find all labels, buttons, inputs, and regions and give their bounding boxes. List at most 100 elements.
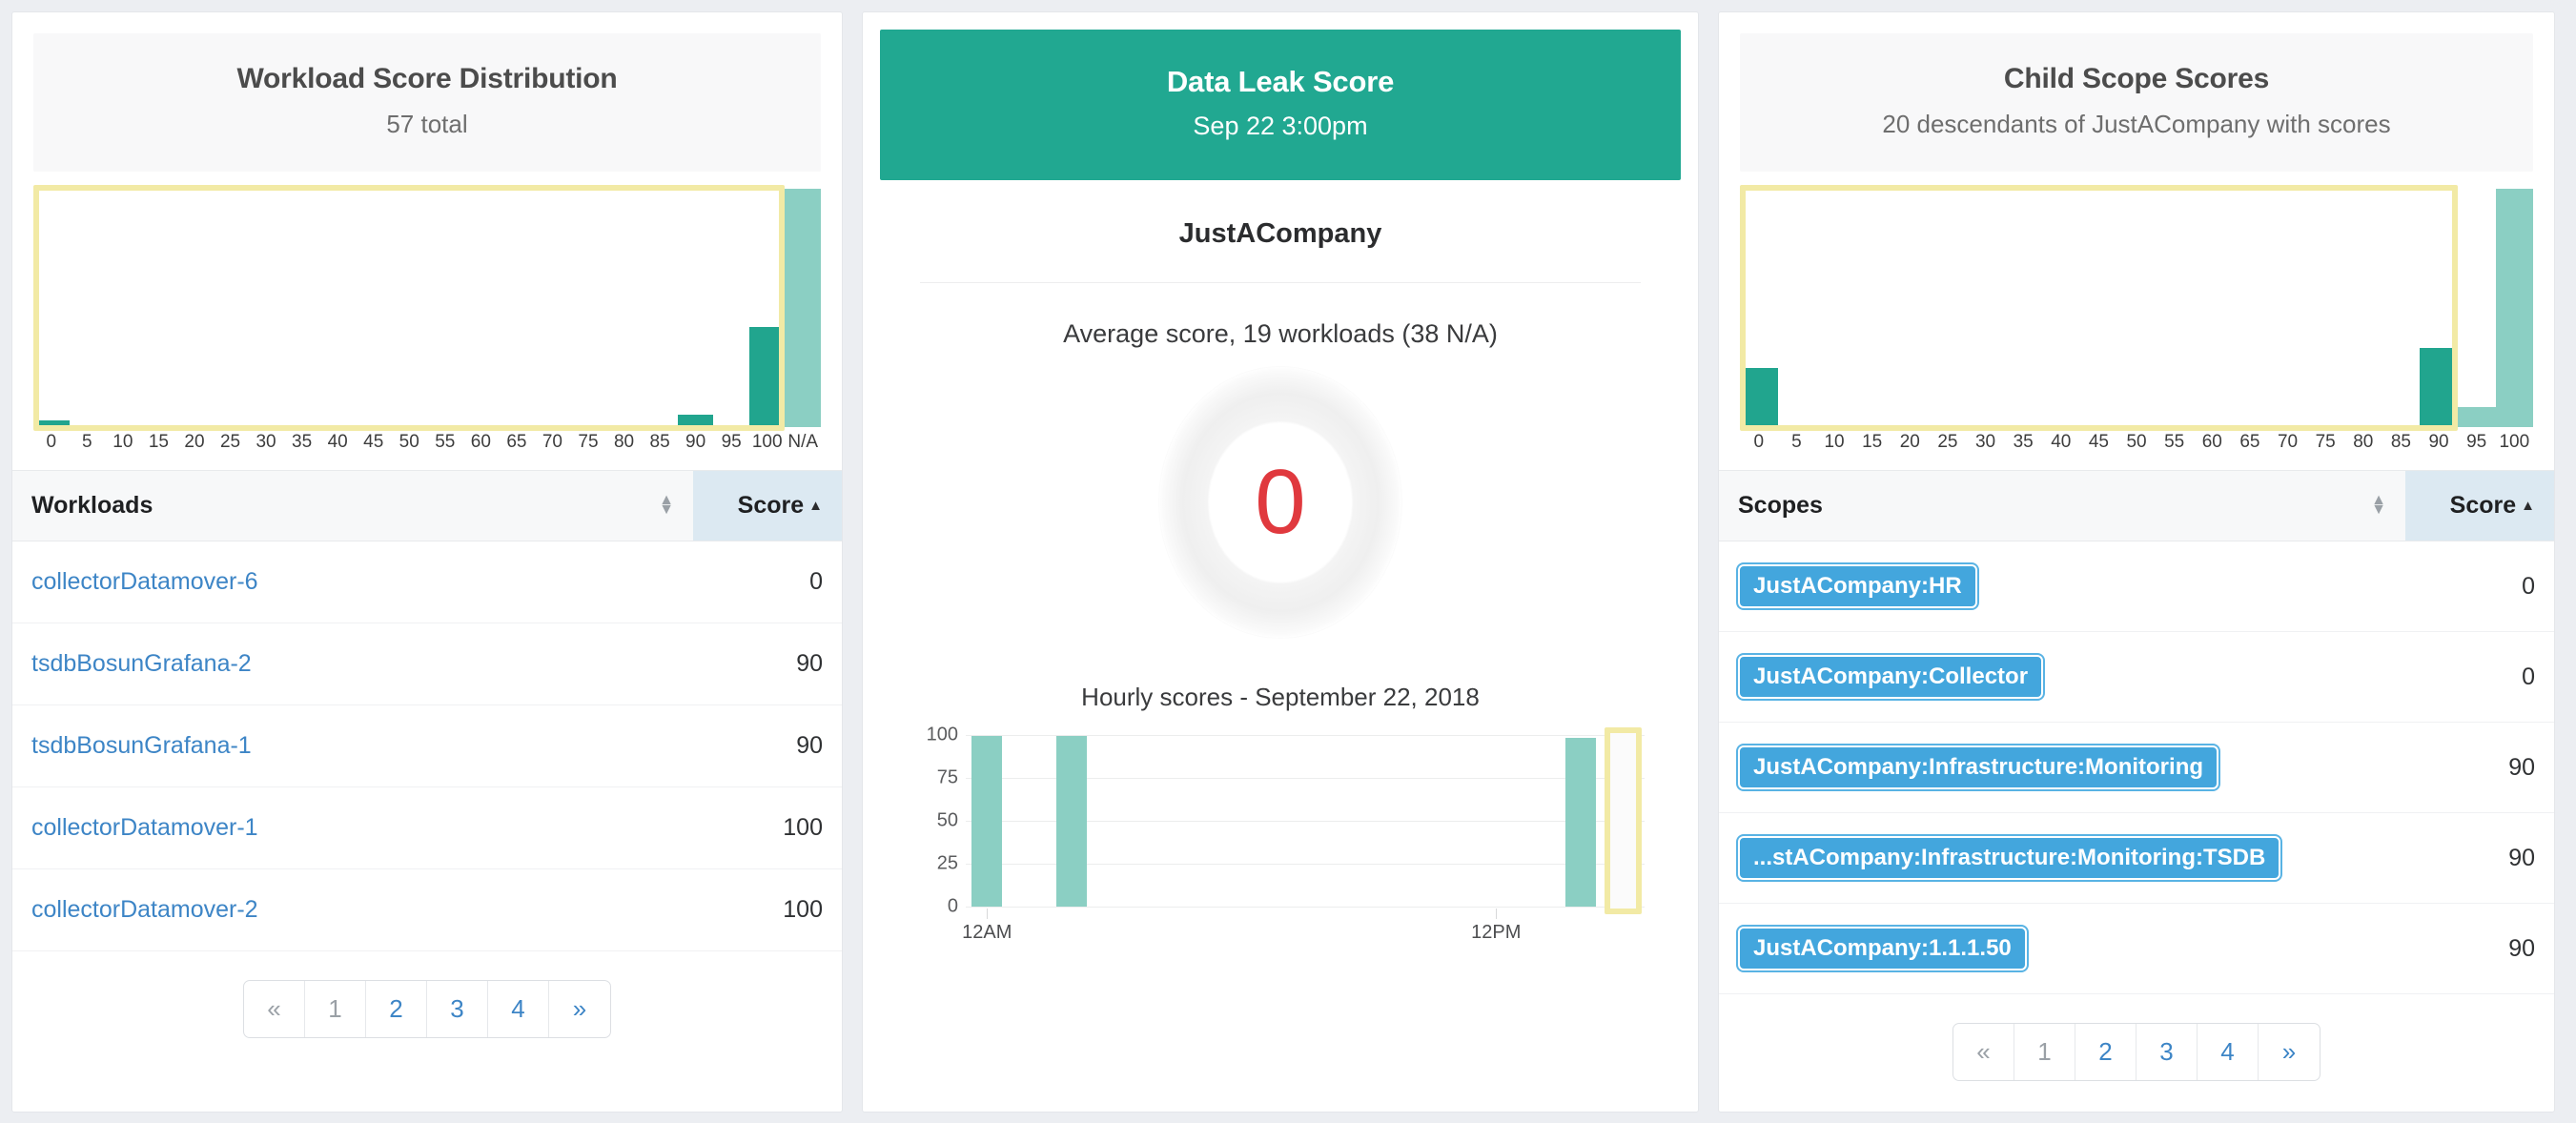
pagination-last[interactable]: » xyxy=(2259,1024,2320,1080)
pagination-page-1[interactable]: 1 xyxy=(2014,1024,2075,1081)
histogram-bar[interactable] xyxy=(642,189,678,427)
hourly-bar[interactable] xyxy=(1009,735,1052,907)
histogram-bar[interactable] xyxy=(1815,189,1853,427)
pagination-last[interactable]: » xyxy=(549,981,610,1037)
histogram-bar[interactable] xyxy=(2156,189,2194,427)
histogram-bar[interactable] xyxy=(2269,189,2307,427)
scope-tag[interactable]: JustACompany:Collector xyxy=(1735,653,2046,702)
scope-tag[interactable]: JustACompany:1.1.1.50 xyxy=(1736,925,2029,973)
hourly-bar[interactable] xyxy=(1051,735,1094,907)
hourly-bar[interactable] xyxy=(1475,735,1518,907)
histogram-bar[interactable] xyxy=(356,189,392,427)
histogram-bar[interactable] xyxy=(248,189,284,427)
histogram-bar[interactable] xyxy=(499,189,535,427)
histogram-bar[interactable] xyxy=(2080,189,2118,427)
histogram-bar[interactable] xyxy=(319,189,356,427)
column-header-scopes[interactable]: Scopes ▲ ▼ xyxy=(1719,470,2405,542)
histogram-bar[interactable] xyxy=(785,189,822,428)
hourly-bar-selected[interactable] xyxy=(1603,726,1646,914)
table-row: collectorDatamover-1 100 xyxy=(12,786,842,870)
pagination-first[interactable]: « xyxy=(1953,1024,2014,1081)
pagination-page-2[interactable]: 2 xyxy=(366,981,427,1038)
histogram-bar[interactable] xyxy=(713,189,749,427)
hourly-chart-plot[interactable] xyxy=(966,726,1646,914)
histogram-bar[interactable] xyxy=(70,189,106,427)
histogram-bar[interactable] xyxy=(105,189,141,427)
workload-link[interactable]: tsdbBosunGrafana-2 xyxy=(31,650,252,677)
histogram-bar[interactable] xyxy=(606,189,643,427)
scope-tag[interactable]: JustACompany:Infrastructure:Monitoring xyxy=(1735,744,2221,792)
workload-link[interactable]: collectorDatamover-1 xyxy=(31,814,258,841)
hourly-bar[interactable] xyxy=(1263,735,1306,907)
histogram-bar[interactable] xyxy=(2306,189,2344,427)
histogram-bar[interactable] xyxy=(2231,189,2269,427)
pagination-first[interactable]: « xyxy=(244,981,305,1038)
pagination-page-1[interactable]: 1 xyxy=(305,981,366,1038)
scope-histogram-plot[interactable] xyxy=(1740,185,2534,432)
histogram-bar[interactable] xyxy=(2420,189,2458,428)
hourly-bar[interactable] xyxy=(1560,735,1603,907)
histogram-bar[interactable] xyxy=(427,189,463,427)
histogram-bar[interactable] xyxy=(2194,189,2232,427)
workload-link[interactable]: tsdbBosunGrafana-1 xyxy=(31,732,252,759)
hourly-bar[interactable] xyxy=(966,735,1009,907)
workloads-pagination[interactable]: «1 2 3 4» xyxy=(243,980,611,1039)
pagination-page-3[interactable]: 3 xyxy=(427,981,488,1038)
workload-link[interactable]: collectorDatamover-2 xyxy=(31,896,258,923)
histogram-bar[interactable] xyxy=(2495,189,2534,428)
histogram-tick-label: 60 xyxy=(470,432,491,453)
hourly-bar[interactable] xyxy=(1433,735,1476,907)
workload-histogram-plot[interactable] xyxy=(33,185,822,432)
histogram-bar[interactable] xyxy=(1740,189,1778,428)
pagination-page-4[interactable]: 4 xyxy=(2198,1024,2259,1081)
histogram-bar[interactable] xyxy=(1853,189,1891,427)
histogram-bar[interactable] xyxy=(213,189,249,427)
column-header-score[interactable]: Score ▲ xyxy=(2405,470,2554,542)
histogram-bar[interactable] xyxy=(284,189,320,427)
hourly-bar[interactable] xyxy=(1220,735,1263,907)
column-header-workloads[interactable]: Workloads ▲ ▼ xyxy=(12,470,693,542)
hourly-bar[interactable] xyxy=(1390,735,1433,907)
hourly-bar[interactable] xyxy=(1518,735,1561,907)
histogram-bar[interactable] xyxy=(570,189,606,427)
column-header-score[interactable]: Score ▲ xyxy=(693,470,842,542)
hourly-bar[interactable] xyxy=(1178,735,1221,907)
gridline xyxy=(966,906,1645,908)
sort-toggle-icon[interactable]: ▲ ▼ xyxy=(659,493,674,518)
histogram-bar[interactable] xyxy=(2344,189,2382,427)
histogram-bar[interactable] xyxy=(391,189,427,427)
hourly-bar[interactable] xyxy=(1135,735,1178,907)
histogram-bar[interactable] xyxy=(535,189,571,427)
scope-tag[interactable]: ...stACompany:Infrastructure:Monitoring:… xyxy=(1735,834,2283,883)
histogram-bar[interactable] xyxy=(1929,189,1967,427)
histogram-bar[interactable] xyxy=(141,189,177,427)
hourly-bar[interactable] xyxy=(1348,735,1391,907)
histogram-bar[interactable] xyxy=(1778,189,1816,427)
histogram-bar[interactable] xyxy=(2117,189,2156,427)
histogram-tick-label: 15 xyxy=(1862,432,1883,453)
histogram-bar[interactable] xyxy=(33,189,70,428)
workload-histogram[interactable]: 0 5 10 15 20 25 30 35 40 45 50 55 60 65 70 75 80 85 90 95 10… xyxy=(12,172,842,453)
hourly-scores-chart[interactable]: 0 25 50 75 100 12AM 12PM xyxy=(916,724,1646,943)
workload-link[interactable]: collectorDatamover-6 xyxy=(31,568,258,595)
histogram-bar[interactable] xyxy=(2004,189,2042,427)
pagination-page-2[interactable]: 2 xyxy=(2075,1024,2136,1081)
scope-histogram[interactable]: 0 5 10 15 20 25 30 35 40 45 50 55 60 65 70 75 80 85 90 95 10… xyxy=(1719,172,2554,453)
hourly-bar[interactable] xyxy=(1094,735,1136,907)
histogram-bar[interactable] xyxy=(2457,189,2496,428)
scope-tag[interactable]: JustACompany:HR xyxy=(1736,562,1979,611)
hourly-bar[interactable] xyxy=(1305,735,1348,907)
pagination-page-4[interactable]: 4 xyxy=(488,981,549,1038)
histogram-bar[interactable] xyxy=(748,189,786,428)
table-row: JustACompany:Infrastructure:Monitoring 90 xyxy=(1719,722,2554,814)
histogram-bar[interactable] xyxy=(463,189,500,427)
histogram-bar[interactable] xyxy=(1891,189,1930,427)
histogram-bar[interactable] xyxy=(2042,189,2080,427)
histogram-bar[interactable] xyxy=(2382,189,2421,427)
pagination-page-3[interactable]: 3 xyxy=(2136,1024,2198,1081)
scopes-pagination[interactable]: «1 2 3 4» xyxy=(1952,1023,2320,1082)
histogram-bar[interactable] xyxy=(176,189,213,427)
sort-toggle-icon[interactable]: ▲ ▼ xyxy=(2371,493,2386,518)
histogram-bar[interactable] xyxy=(677,189,714,428)
histogram-bar[interactable] xyxy=(1967,189,2005,427)
